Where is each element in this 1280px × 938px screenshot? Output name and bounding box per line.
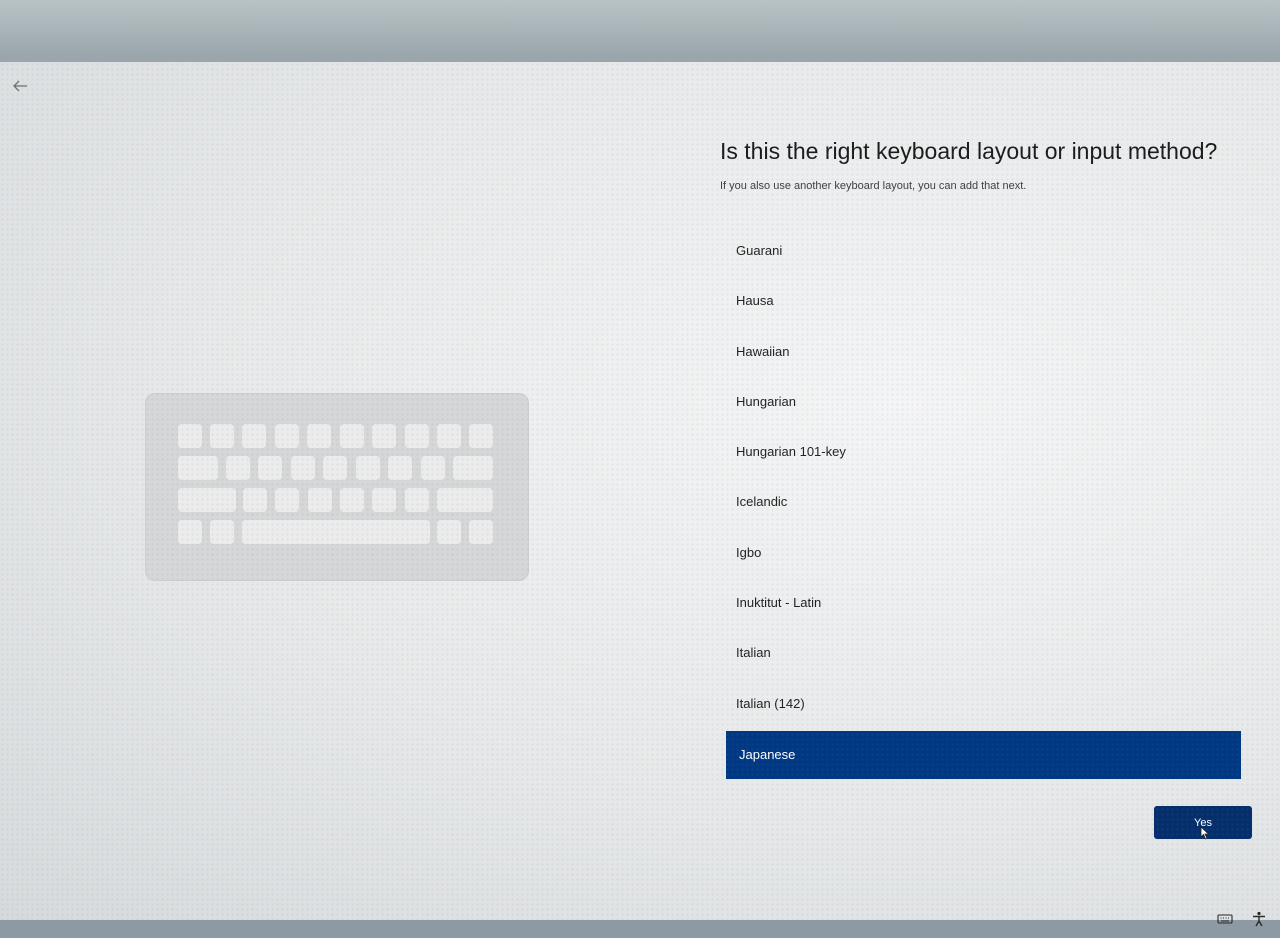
arrow-left-icon — [13, 80, 27, 92]
layout-item[interactable]: Hungarian — [726, 377, 1241, 427]
page-title: Is this the right keyboard layout or inp… — [720, 138, 1218, 164]
keyboard-key — [469, 520, 493, 544]
keyboard-illustration — [145, 393, 529, 581]
keyboard-icon — [1217, 914, 1233, 924]
keyboard-key — [437, 488, 493, 512]
keyboard-key — [308, 488, 332, 512]
keyboard-key — [372, 424, 396, 448]
keyboard-key — [275, 424, 299, 448]
keyboard-key — [372, 488, 396, 512]
keyboard-key — [258, 456, 282, 480]
keyboard-key — [210, 520, 234, 544]
keyboard-tray-button[interactable] — [1216, 910, 1234, 928]
keyboard-key — [323, 456, 347, 480]
layout-item[interactable]: Italian (142) — [726, 679, 1241, 729]
keyboard-layout-list[interactable]: Guarani Hausa Hawaiian Hungarian Hungarian 1… — [726, 226, 1241, 779]
system-tray — [1216, 910, 1268, 928]
yes-button[interactable]: Yes — [1154, 806, 1252, 839]
keyboard-key — [275, 488, 299, 512]
layout-item[interactable]: Guarani — [726, 226, 1241, 276]
keyboard-key — [340, 424, 364, 448]
keyboard-key — [178, 488, 236, 512]
layout-item[interactable]: Hausa — [726, 276, 1241, 326]
layout-item[interactable]: Icelandic — [726, 477, 1241, 527]
keyboard-key — [405, 424, 429, 448]
layout-item[interactable]: Inuktitut - Latin — [726, 578, 1241, 628]
keyboard-key — [421, 456, 445, 480]
keyboard-key — [437, 424, 461, 448]
keyboard-key — [226, 456, 250, 480]
keyboard-key — [405, 488, 429, 512]
layout-item[interactable]: Italian — [726, 628, 1241, 678]
keyboard-key — [469, 424, 493, 448]
keyboard-key — [243, 488, 267, 512]
keyboard-key — [356, 456, 380, 480]
setup-screen: Is this the right keyboard layout or inp… — [0, 62, 1280, 920]
keyboard-key — [453, 456, 493, 480]
layout-item-selected[interactable]: Japanese — [726, 730, 1241, 779]
keyboard-key — [388, 456, 412, 480]
accessibility-icon — [1253, 911, 1265, 927]
keyboard-key — [291, 456, 315, 480]
keyboard-key — [178, 456, 218, 480]
back-button[interactable] — [8, 74, 32, 98]
layout-item[interactable]: Hawaiian — [726, 327, 1241, 377]
page-subtitle: If you also use another keyboard layout,… — [720, 180, 1027, 192]
keyboard-key — [178, 424, 202, 448]
keyboard-key — [242, 424, 266, 448]
keyboard-key — [210, 424, 234, 448]
layout-item[interactable]: Igbo — [726, 528, 1241, 578]
keyboard-layout-pane: Is this the right keyboard layout or inp… — [720, 62, 1260, 920]
keyboard-key — [307, 424, 331, 448]
accessibility-tray-button[interactable] — [1250, 910, 1268, 928]
keyboard-key — [340, 488, 364, 512]
keyboard-key — [178, 520, 202, 544]
keyboard-key — [437, 520, 461, 544]
layout-item[interactable]: Hungarian 101-key — [726, 427, 1241, 477]
keyboard-key — [242, 520, 430, 544]
